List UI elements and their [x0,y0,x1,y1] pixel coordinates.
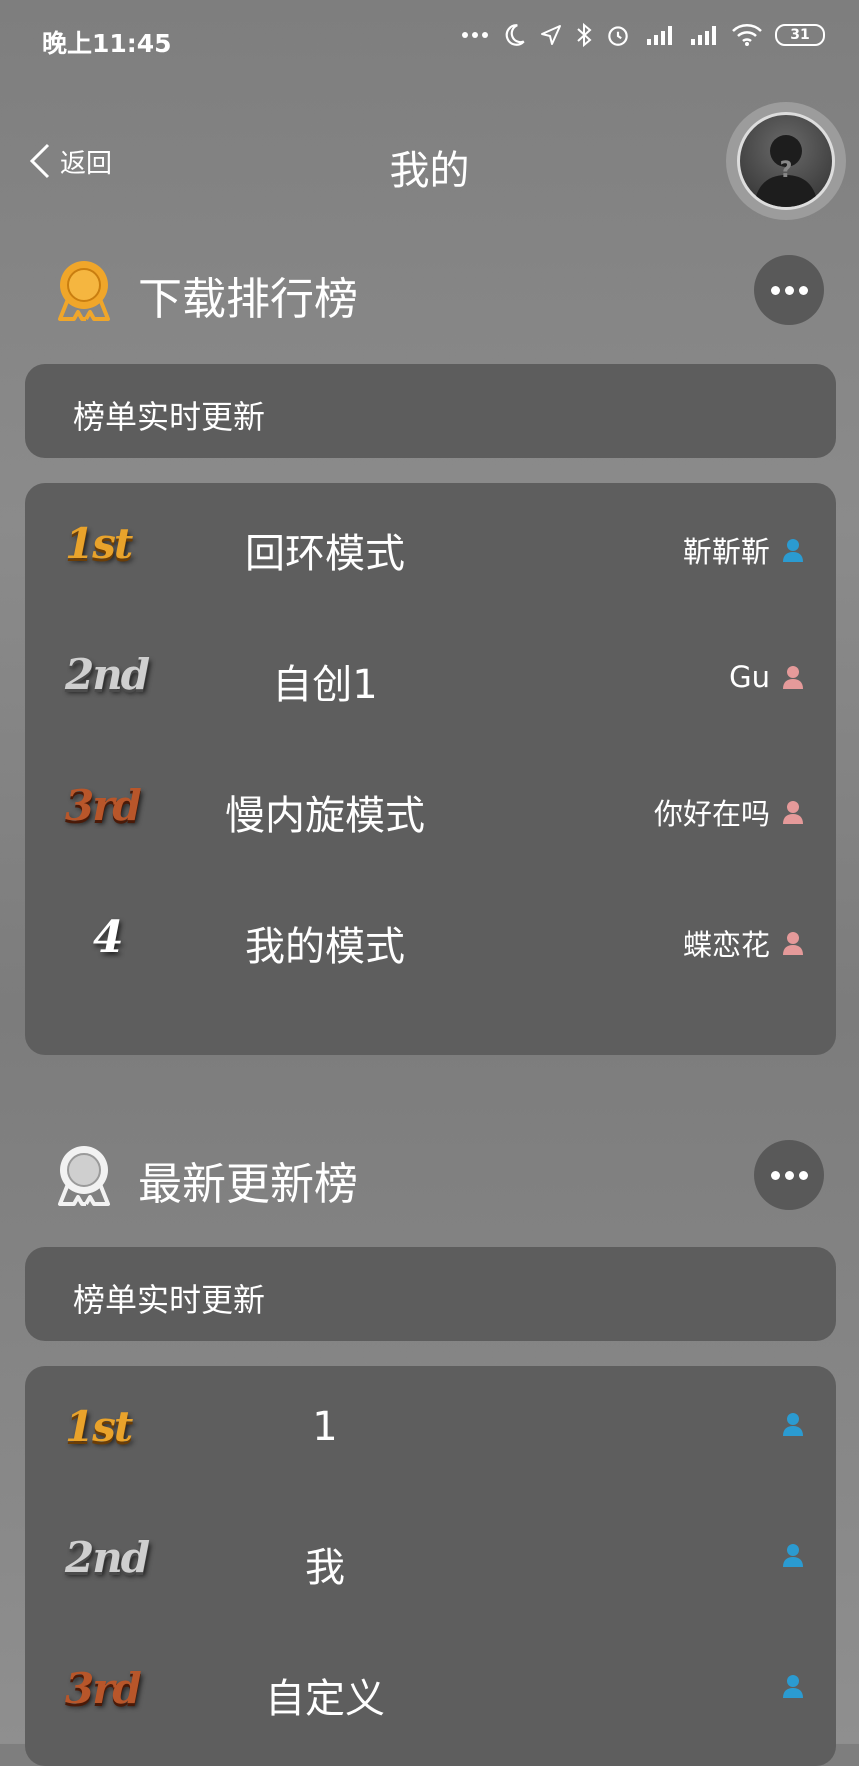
rank-badge: 2nd [65,1533,150,1582]
location-icon [541,25,561,45]
author-name: 你好在吗 [653,797,770,831]
mode-name: 慢内旋模式 [225,793,425,839]
battery-indicator: 31 [775,24,825,46]
moon-icon [505,24,525,46]
bluetooth-icon [577,22,592,48]
status-bar: 晚上11:45 31 [0,0,859,80]
user-icon [783,801,803,824]
status-icons: 31 [461,22,825,48]
user-icon [783,1675,803,1698]
status-time: 晚上11:45 [42,29,172,58]
download-rank-title: 下载排行榜 [138,274,358,325]
rank-badge: 3rd [65,1664,142,1713]
download-rank-more-button[interactable] [754,255,824,325]
latest-rank-list: 1st 1 2nd 我 3rd 自定义 [25,1366,836,1766]
latest-rank-row[interactable]: 3rd 自定义 [25,1628,836,1759]
avatar[interactable]: ? [726,102,846,220]
silver-medal-icon [58,1146,110,1206]
user-icon [783,666,803,689]
user-silhouette-icon: ? [754,135,818,207]
user-icon [783,1544,803,1567]
author: Gu [729,660,804,694]
avatar-image: ? [737,112,835,210]
latest-rank-header: 最新更新榜 [0,1138,859,1218]
rank-badge: 2nd [65,650,150,699]
latest-rank-info-bar: 榜单实时更新 [25,1247,836,1341]
author: 蝶恋花 [683,922,804,964]
mode-name: 自创1 [272,662,378,708]
rank-badge: 3rd [65,781,142,830]
author-name: 靳靳靳 [682,535,770,569]
signal-icon [691,26,716,45]
download-rank-info-label: 榜单实时更新 [73,398,266,436]
rank-badge: 1st [65,519,133,568]
download-rank-row[interactable]: 4 我的模式 蝶恋花 [25,876,836,1007]
svg-text:?: ? [780,158,793,183]
download-rank-info-bar: 榜单实时更新 [25,364,836,458]
author [770,1674,804,1698]
rank-badge: 1st [65,1402,133,1451]
nav-bar: 返回 我的 ? [0,100,859,220]
latest-rank-more-button[interactable] [754,1140,824,1210]
download-rank-header: 下载排行榜 [0,253,859,333]
more-dot-icon [798,1170,808,1180]
mode-name: 回环模式 [245,531,405,577]
download-rank-row[interactable]: 3rd 慢内旋模式 你好在吗 [25,745,836,876]
mode-name: 1 [312,1404,338,1450]
more-dot-icon [798,285,808,295]
more-dot-icon [770,1170,780,1180]
author-name: Gu [729,660,770,694]
latest-rank-info-label: 榜单实时更新 [73,1281,266,1319]
more-dots-status-icon [462,32,488,38]
author [770,1543,804,1567]
latest-rank-row[interactable]: 2nd 我 [25,1497,836,1628]
alarm-icon [608,26,628,46]
gold-medal-icon [58,261,110,321]
download-rank-row[interactable]: 1st 回环模式 靳靳靳 [25,483,836,614]
mode-name: 我 [305,1545,345,1591]
latest-rank-title: 最新更新榜 [138,1159,358,1210]
mode-name: 自定义 [265,1676,385,1722]
author-name: 蝶恋花 [682,928,770,962]
mode-name: 我的模式 [245,924,405,970]
author [770,1412,804,1436]
download-rank-row[interactable]: 2nd 自创1 Gu [25,614,836,745]
user-icon [783,932,803,955]
latest-rank-row[interactable]: 1st 1 [25,1366,836,1497]
author: 靳靳靳 [683,529,804,571]
more-dot-icon [784,1170,794,1180]
wifi-icon [732,24,762,46]
user-icon [783,539,803,562]
signal-hd-icon [647,26,672,45]
author: 你好在吗 [654,791,804,833]
more-dot-icon [770,285,780,295]
download-rank-list: 1st 回环模式 靳靳靳 2nd 自创1 Gu 3rd 慢内旋模式 你好在吗 4… [25,483,836,1055]
more-dot-icon [784,285,794,295]
user-icon [783,1413,803,1436]
